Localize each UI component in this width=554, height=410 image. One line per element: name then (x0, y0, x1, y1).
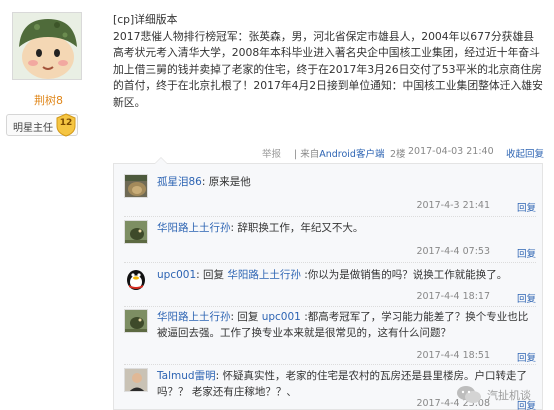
reply-button[interactable]: 回复 (517, 200, 536, 214)
reply-content: :你以为是做销售的吗？说换工作就能换了。 (300, 269, 508, 281)
bird-photo-icon (125, 310, 147, 332)
reply-avatar[interactable] (124, 220, 148, 244)
client-link[interactable]: Android客户端 (319, 149, 384, 160)
penguin-icon (127, 270, 145, 290)
reply-content: : 辞职换工作，年纪又不大。 (230, 222, 364, 234)
reply-username[interactable]: 孤星泪86 (157, 176, 202, 188)
watermark: 汽扯机谈 (455, 384, 551, 406)
post-text: 2017悲催人物排行榜冠军：张英森，男，河北省保定市雄县人，2004年以677分… (113, 29, 543, 109)
reply-item: 孤星泪86: 原来是他 2017-4-3 21:41 回复 (124, 174, 536, 217)
reply-time: 2017-4-3 21:41 (416, 200, 490, 211)
reply-item: 华阳路上土行孙: 辞职换工作，年纪又不大。 2017-4-4 07:53 回复 (124, 217, 536, 263)
reply-username[interactable]: Talmud雷明 (157, 370, 216, 382)
author-panel: 荆树8 明星主任 12 (0, 0, 98, 410)
post-source: | 来自Android客户端 (294, 146, 384, 160)
floor-number: 2楼 (390, 149, 406, 160)
reply-target-username[interactable]: upc001 (262, 311, 301, 323)
collapse-replies-button[interactable]: 收起回复 (506, 146, 544, 160)
source-prefix: | 来自 (294, 149, 320, 160)
reply-prefix: : 回复 (230, 311, 262, 323)
post-content: [cp]详细版本 2017悲催人物排行榜冠军：张英森，男，河北省保定市雄县人，2… (113, 12, 543, 112)
reply-item: 华阳路上土行孙: 回复 upc001 :都高考冠军了，学习能力能差了？换个专业也… (124, 307, 536, 365)
person-photo-icon (125, 369, 147, 391)
reply-time: 2017-4-4 18:51 (416, 350, 490, 361)
reply-content: : 原来是他 (201, 176, 251, 188)
reply-text: 华阳路上土行孙: 回复 upc001 :都高考冠军了，学习能力能差了？换个专业也… (157, 309, 535, 341)
reply-button[interactable]: 回复 (517, 291, 536, 305)
wechat-logo-icon (457, 386, 481, 403)
reply-avatar[interactable] (124, 267, 148, 291)
reply-username[interactable]: 华阳路上土行孙 (157, 222, 231, 234)
author-username[interactable]: 荆树8 (34, 92, 63, 108)
reply-time: 2017-4-4 07:53 (416, 246, 490, 257)
reply-username[interactable]: 华阳路上土行孙 (157, 311, 231, 323)
post-time: 2017-04-03 21:40 (408, 146, 494, 157)
reply-avatar[interactable] (124, 368, 148, 392)
reply-avatar[interactable] (124, 309, 148, 333)
reply-button[interactable]: 回复 (517, 246, 536, 260)
reply-text: 华阳路上土行孙: 辞职换工作，年纪又不大。 (157, 220, 535, 236)
reply-username[interactable]: upc001 (157, 269, 196, 281)
reply-box-pointer (154, 157, 168, 164)
author-rank: 明星主任 12 (6, 113, 78, 137)
reply-avatar[interactable] (124, 174, 148, 198)
report-link[interactable]: 举报 (262, 146, 281, 160)
author-avatar[interactable] (12, 12, 82, 80)
reply-text: upc001: 回复 华阳路上土行孙 :你以为是做销售的吗？说换工作就能换了。 (157, 267, 535, 283)
bird-photo-icon (125, 221, 147, 243)
reply-item: upc001: 回复 华阳路上土行孙 :你以为是做销售的吗？说换工作就能换了。 … (124, 263, 536, 307)
rank-level: 12 (59, 118, 73, 128)
watermark-text: 汽扯机谈 (487, 389, 531, 402)
post-title: [cp]详细版本 (113, 13, 178, 26)
reply-list: 孤星泪86: 原来是他 2017-4-3 21:41 回复 华阳路上土行孙: 辞… (113, 157, 543, 410)
rank-label: 明星主任 (13, 123, 53, 134)
cartoon-soldier-avatar-icon (13, 13, 81, 79)
rank-badge-icon: 12 (55, 113, 77, 137)
reply-time: 2017-4-4 18:17 (416, 291, 490, 302)
reply-button[interactable]: 回复 (517, 350, 536, 364)
reply-target-username[interactable]: 华阳路上土行孙 (227, 269, 301, 281)
reply-text: 孤星泪86: 原来是他 (157, 174, 535, 190)
reply-prefix: : 回复 (196, 269, 228, 281)
lion-photo-icon (125, 175, 147, 197)
